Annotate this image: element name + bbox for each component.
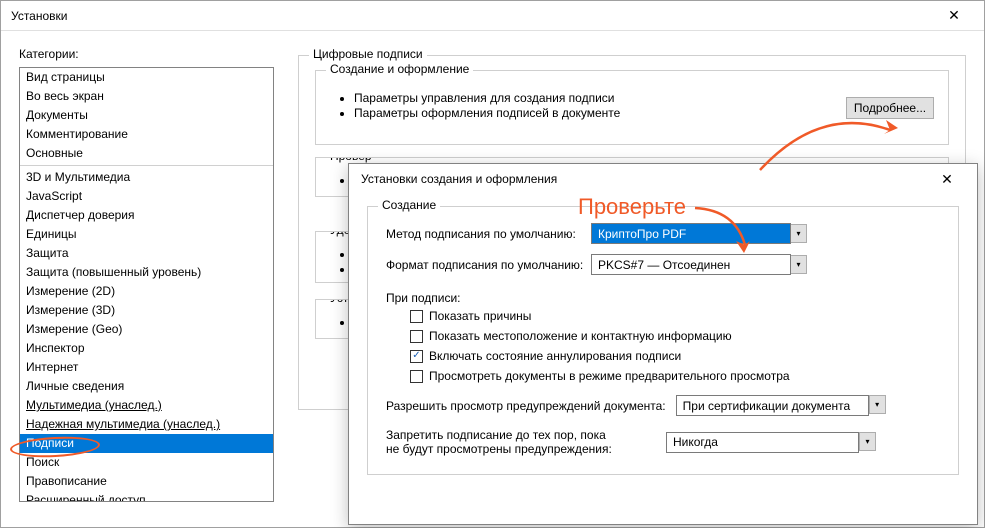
category-item[interactable]: Правописание [20,472,273,491]
category-item-signatures[interactable]: Подписи [20,434,273,453]
close-icon[interactable]: ✕ [927,164,967,194]
category-item[interactable]: Защита [20,244,273,263]
categories-label: Категории: [19,47,274,61]
creation-settings-dialog: Установки создания и оформления ✕ Создан… [348,163,978,525]
category-item[interactable]: Диспетчер доверия [20,206,273,225]
allow-warnings-select[interactable]: При сертификации документа [676,395,869,416]
category-item[interactable]: Документы [20,106,273,125]
when-signing-label: При подписи: [386,291,940,305]
check-label: Включать состояние аннулирования подписи [429,349,681,363]
creation-group: Создание и оформление Параметры управлен… [315,70,949,145]
category-item[interactable]: Надежная мультимедиа (унаслед.) [20,415,273,434]
checkbox-location[interactable] [410,330,423,343]
allow-warnings-label: Разрешить просмотр предупреждений докуме… [386,399,666,413]
category-item[interactable]: Защита (повышенный уровень) [20,263,273,282]
sub-label: Создание и оформление [326,62,473,76]
format-select[interactable]: PKCS#7 — Отсоединен [591,254,791,275]
chevron-down-icon[interactable]: ▾ [859,432,876,451]
category-item[interactable]: Мультимедиа (унаслед.) [20,396,273,415]
check-label: Просмотреть документы в режиме предварит… [429,369,790,383]
close-icon[interactable]: ✕ [934,1,974,31]
prevent-signing-label: Запретить подписание до тех пор, пока не… [386,428,656,456]
prevent-signing-select[interactable]: Никогда [666,432,859,453]
category-item[interactable]: Единицы [20,225,273,244]
category-item[interactable]: Во весь экран [20,87,273,106]
category-item[interactable]: Вид страницы [20,68,273,87]
category-item[interactable]: Измерение (Geo) [20,320,273,339]
categories-list: Вид страницы Во весь экран Документы Ком… [19,67,274,502]
category-item[interactable]: Расширенный доступ [20,491,273,502]
category-item[interactable]: Интернет [20,358,273,377]
category-item[interactable]: Измерение (2D) [20,282,273,301]
category-item[interactable]: Личные сведения [20,377,273,396]
chevron-down-icon[interactable]: ▾ [790,255,807,274]
format-label: Формат подписания по умолчанию: [386,258,591,272]
group-label: Цифровые подписи [309,47,427,61]
category-item[interactable]: Измерение (3D) [20,301,273,320]
category-item[interactable]: Основные [20,144,273,163]
category-item[interactable]: Инспектор [20,339,273,358]
checkbox-revocation[interactable]: ✓ [410,350,423,363]
popup-group-label: Создание [378,198,440,212]
main-titlebar: Установки ✕ [1,1,984,31]
popup-title: Установки создания и оформления [361,172,927,186]
method-label: Метод подписания по умолчанию: [386,227,591,241]
checkbox-preview[interactable] [410,370,423,383]
window-title: Установки [11,9,934,23]
category-item[interactable]: Комментирование [20,125,273,144]
check-label: Показать местоположение и контактную инф… [429,329,732,343]
check-label: Показать причины [429,309,531,323]
chevron-down-icon[interactable]: ▾ [869,395,886,414]
separator [20,165,273,166]
category-item[interactable]: Поиск [20,453,273,472]
category-item[interactable]: 3D и Мультимедиа [20,168,273,187]
more-button[interactable]: Подробнее... [846,97,934,119]
checkbox-reasons[interactable] [410,310,423,323]
category-item[interactable]: JavaScript [20,187,273,206]
chevron-down-icon[interactable]: ▾ [790,224,807,243]
method-select[interactable]: КриптоПро PDF [591,223,791,244]
popup-creation-group: Создание Метод подписания по умолчанию: … [367,206,959,475]
